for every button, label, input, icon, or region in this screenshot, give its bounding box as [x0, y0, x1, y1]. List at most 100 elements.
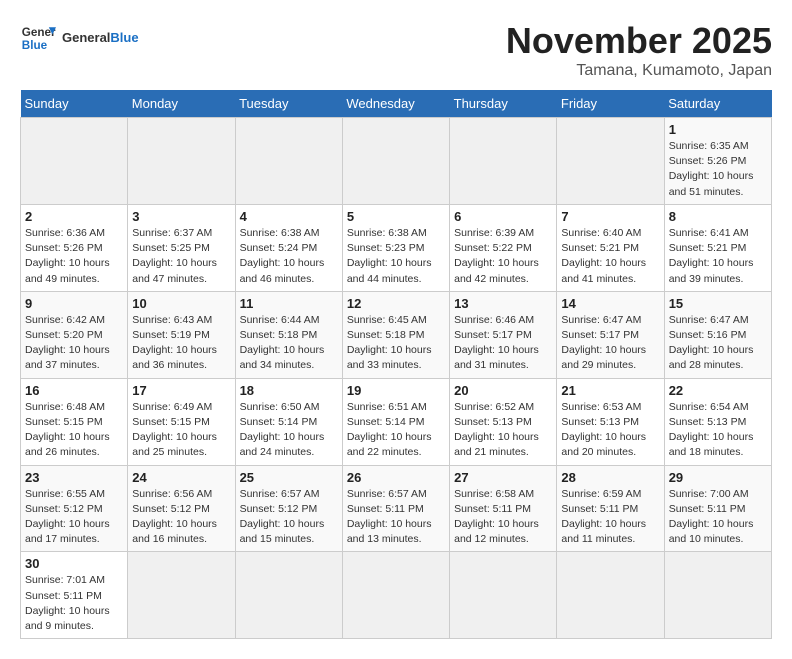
calendar-cell	[128, 552, 235, 639]
day-info: Sunrise: 6:35 AM Sunset: 5:26 PM Dayligh…	[669, 139, 767, 200]
calendar-header: Sunday Monday Tuesday Wednesday Thursday…	[21, 90, 772, 118]
logo: General Blue GeneralBlue	[20, 20, 139, 56]
day-info: Sunrise: 6:40 AM Sunset: 5:21 PM Dayligh…	[561, 226, 659, 287]
day-info: Sunrise: 6:47 AM Sunset: 5:16 PM Dayligh…	[669, 313, 767, 374]
calendar-cell: 19 Sunrise: 6:51 AM Sunset: 5:14 PM Dayli…	[342, 378, 449, 465]
calendar-week-row: 1 Sunrise: 6:35 AM Sunset: 5:26 PM Daylig…	[21, 118, 772, 205]
calendar-cell: 2 Sunrise: 6:36 AM Sunset: 5:26 PM Daylig…	[21, 204, 128, 291]
calendar-cell: 27 Sunrise: 6:58 AM Sunset: 5:11 PM Dayli…	[450, 465, 557, 552]
day-info: Sunrise: 6:58 AM Sunset: 5:11 PM Dayligh…	[454, 487, 552, 548]
day-info: Sunrise: 6:53 AM Sunset: 5:13 PM Dayligh…	[561, 400, 659, 461]
calendar-table: Sunday Monday Tuesday Wednesday Thursday…	[20, 90, 772, 639]
day-number: 8	[669, 209, 767, 224]
day-info: Sunrise: 6:49 AM Sunset: 5:15 PM Dayligh…	[132, 400, 230, 461]
calendar-cell: 5 Sunrise: 6:38 AM Sunset: 5:23 PM Daylig…	[342, 204, 449, 291]
calendar-cell: 29 Sunrise: 7:00 AM Sunset: 5:11 PM Dayli…	[664, 465, 771, 552]
day-info: Sunrise: 7:01 AM Sunset: 5:11 PM Dayligh…	[25, 573, 123, 634]
calendar-cell: 21 Sunrise: 6:53 AM Sunset: 5:13 PM Dayli…	[557, 378, 664, 465]
day-number: 20	[454, 383, 552, 398]
day-info: Sunrise: 6:48 AM Sunset: 5:15 PM Dayligh…	[25, 400, 123, 461]
title-area: November 2025 Tamana, Kumamoto, Japan	[506, 20, 772, 80]
day-info: Sunrise: 6:47 AM Sunset: 5:17 PM Dayligh…	[561, 313, 659, 374]
calendar-cell	[557, 552, 664, 639]
day-info: Sunrise: 6:42 AM Sunset: 5:20 PM Dayligh…	[25, 313, 123, 374]
calendar-cell: 1 Sunrise: 6:35 AM Sunset: 5:26 PM Daylig…	[664, 118, 771, 205]
day-info: Sunrise: 6:57 AM Sunset: 5:12 PM Dayligh…	[240, 487, 338, 548]
day-number: 3	[132, 209, 230, 224]
header-monday: Monday	[128, 90, 235, 118]
calendar-week-row: 23Sunrise: 6:55 AM Sunset: 5:12 PM Dayli…	[21, 465, 772, 552]
header-sunday: Sunday	[21, 90, 128, 118]
calendar-cell: 23Sunrise: 6:55 AM Sunset: 5:12 PM Dayli…	[21, 465, 128, 552]
calendar-cell	[450, 552, 557, 639]
calendar-cell	[664, 552, 771, 639]
calendar-cell	[342, 552, 449, 639]
day-info: Sunrise: 6:36 AM Sunset: 5:26 PM Dayligh…	[25, 226, 123, 287]
day-number: 28	[561, 470, 659, 485]
location-title: Tamana, Kumamoto, Japan	[506, 62, 772, 80]
calendar-cell	[21, 118, 128, 205]
day-number: 27	[454, 470, 552, 485]
day-number: 14	[561, 296, 659, 311]
day-info: Sunrise: 6:38 AM Sunset: 5:23 PM Dayligh…	[347, 226, 445, 287]
day-number: 9	[25, 296, 123, 311]
calendar-cell: 8 Sunrise: 6:41 AM Sunset: 5:21 PM Daylig…	[664, 204, 771, 291]
calendar-cell: 20Sunrise: 6:52 AM Sunset: 5:13 PM Dayli…	[450, 378, 557, 465]
calendar-cell: 26 Sunrise: 6:57 AM Sunset: 5:11 PM Dayli…	[342, 465, 449, 552]
header-friday: Friday	[557, 90, 664, 118]
day-number: 29	[669, 470, 767, 485]
day-number: 21	[561, 383, 659, 398]
day-info: Sunrise: 6:46 AM Sunset: 5:17 PM Dayligh…	[454, 313, 552, 374]
calendar-cell: 28 Sunrise: 6:59 AM Sunset: 5:11 PM Dayli…	[557, 465, 664, 552]
calendar-cell: 14 Sunrise: 6:47 AM Sunset: 5:17 PM Dayli…	[557, 291, 664, 378]
calendar-cell: 15Sunrise: 6:47 AM Sunset: 5:16 PM Dayli…	[664, 291, 771, 378]
calendar-cell	[450, 118, 557, 205]
day-number: 26	[347, 470, 445, 485]
day-number: 16	[25, 383, 123, 398]
day-info: Sunrise: 6:44 AM Sunset: 5:18 PM Dayligh…	[240, 313, 338, 374]
calendar-cell: 10Sunrise: 6:43 AM Sunset: 5:19 PM Dayli…	[128, 291, 235, 378]
header-row: Sunday Monday Tuesday Wednesday Thursday…	[21, 90, 772, 118]
calendar-cell	[128, 118, 235, 205]
day-info: Sunrise: 6:59 AM Sunset: 5:11 PM Dayligh…	[561, 487, 659, 548]
calendar-cell: 25Sunrise: 6:57 AM Sunset: 5:12 PM Dayli…	[235, 465, 342, 552]
calendar-cell: 30 Sunrise: 7:01 AM Sunset: 5:11 PM Dayli…	[21, 552, 128, 639]
day-number: 17	[132, 383, 230, 398]
day-number: 30	[25, 556, 123, 571]
day-number: 19	[347, 383, 445, 398]
day-info: Sunrise: 7:00 AM Sunset: 5:11 PM Dayligh…	[669, 487, 767, 548]
day-number: 23	[25, 470, 123, 485]
day-number: 24	[132, 470, 230, 485]
header: General Blue GeneralBlue November 2025 T…	[20, 20, 772, 80]
day-number: 4	[240, 209, 338, 224]
day-number: 2	[25, 209, 123, 224]
calendar-cell: 16 Sunrise: 6:48 AM Sunset: 5:15 PM Dayli…	[21, 378, 128, 465]
calendar-cell	[557, 118, 664, 205]
calendar-cell: 18Sunrise: 6:50 AM Sunset: 5:14 PM Dayli…	[235, 378, 342, 465]
header-saturday: Saturday	[664, 90, 771, 118]
day-number: 18	[240, 383, 338, 398]
calendar-cell: 17 Sunrise: 6:49 AM Sunset: 5:15 PM Dayli…	[128, 378, 235, 465]
month-title: November 2025	[506, 20, 772, 62]
calendar-cell: 11 Sunrise: 6:44 AM Sunset: 5:18 PM Dayli…	[235, 291, 342, 378]
day-number: 12	[347, 296, 445, 311]
day-number: 11	[240, 296, 338, 311]
calendar-cell: 9 Sunrise: 6:42 AM Sunset: 5:20 PM Daylig…	[21, 291, 128, 378]
day-number: 6	[454, 209, 552, 224]
calendar-week-row: 2 Sunrise: 6:36 AM Sunset: 5:26 PM Daylig…	[21, 204, 772, 291]
calendar-cell: 12Sunrise: 6:45 AM Sunset: 5:18 PM Dayli…	[342, 291, 449, 378]
calendar-cell	[342, 118, 449, 205]
day-info: Sunrise: 6:51 AM Sunset: 5:14 PM Dayligh…	[347, 400, 445, 461]
day-info: Sunrise: 6:41 AM Sunset: 5:21 PM Dayligh…	[669, 226, 767, 287]
day-info: Sunrise: 6:57 AM Sunset: 5:11 PM Dayligh…	[347, 487, 445, 548]
day-number: 5	[347, 209, 445, 224]
day-info: Sunrise: 6:37 AM Sunset: 5:25 PM Dayligh…	[132, 226, 230, 287]
day-number: 1	[669, 122, 767, 137]
day-info: Sunrise: 6:38 AM Sunset: 5:24 PM Dayligh…	[240, 226, 338, 287]
calendar-cell: 7Sunrise: 6:40 AM Sunset: 5:21 PM Daylig…	[557, 204, 664, 291]
day-info: Sunrise: 6:56 AM Sunset: 5:12 PM Dayligh…	[132, 487, 230, 548]
day-info: Sunrise: 6:54 AM Sunset: 5:13 PM Dayligh…	[669, 400, 767, 461]
day-info: Sunrise: 6:39 AM Sunset: 5:22 PM Dayligh…	[454, 226, 552, 287]
calendar-week-row: 9 Sunrise: 6:42 AM Sunset: 5:20 PM Daylig…	[21, 291, 772, 378]
day-number: 10	[132, 296, 230, 311]
